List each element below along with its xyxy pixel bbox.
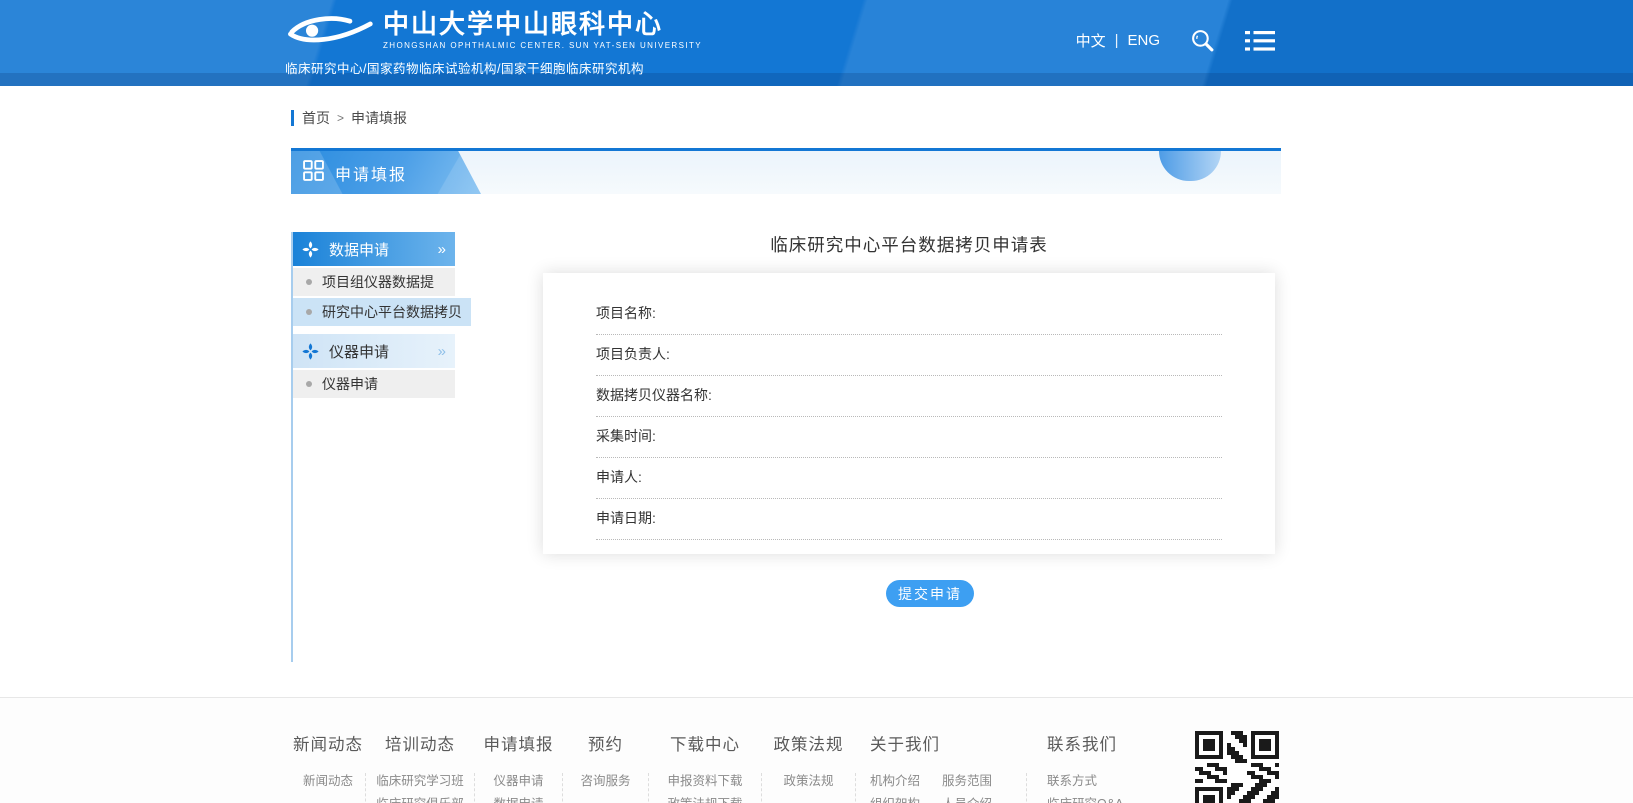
logo-title: 中山大学中山眼科中心	[383, 9, 702, 39]
four-petal-icon	[302, 241, 319, 258]
site-header: 中山大学中山眼科中心 ZHONGSHAN OPHTHALMIC CENTER. …	[0, 0, 1633, 86]
footer-link[interactable]: 机构介绍	[870, 773, 936, 790]
four-petal-icon	[302, 343, 319, 360]
form-field-applicant: 申请人:	[596, 458, 1222, 499]
footer-link[interactable]: 咨询服务	[580, 773, 630, 790]
field-label: 项目名称:	[596, 303, 656, 323]
footer-link[interactable]: 临床研究俱乐部	[376, 796, 464, 803]
sidebar-section-instrument-apply[interactable]: 仪器申请 »	[293, 334, 455, 368]
sidebar-nav: 数据申请 » 项目组仪器数据提 研究中心平台数据拷贝	[291, 232, 471, 662]
banner-title-block: 申请填报	[291, 151, 481, 194]
instrument-name-input[interactable]	[718, 387, 1222, 403]
footer-heading: 申请填报	[475, 731, 562, 755]
lang-zh-link[interactable]: 中文	[1076, 30, 1106, 51]
footer-link[interactable]: 数据申请	[493, 796, 543, 803]
bullet-icon	[306, 279, 312, 285]
footer-column-contact: 联系我们 联系方式 临床研究Q&A	[1027, 731, 1159, 803]
chevron-right-icon: »	[438, 241, 446, 258]
chevron-right-icon: »	[438, 343, 446, 360]
sidebar-item-project-instrument-data[interactable]: 项目组仪器数据提	[293, 268, 455, 296]
footer-link[interactable]: 政策法规下载	[667, 796, 742, 803]
footer-column-download: 下载中心 申报资料下载 政策法规下载 学习资料下载 规培轮训下载	[649, 731, 761, 803]
footer-link[interactable]: 临床研究学习班	[376, 773, 464, 790]
field-label: 申请人:	[596, 467, 642, 487]
search-icon[interactable]	[1190, 28, 1215, 53]
qr-code	[1195, 731, 1279, 803]
footer-column-policy: 政策法规 政策法规	[762, 731, 855, 803]
eye-logo-icon	[285, 12, 373, 53]
page-banner: 申请填报	[291, 148, 1281, 194]
banner-title: 申请填报	[335, 161, 407, 185]
submit-application-button[interactable]: 提交申请	[886, 580, 974, 607]
form-field-apply-date: 申请日期:	[596, 499, 1222, 540]
footer-link[interactable]: 申报资料下载	[667, 773, 742, 790]
form-field-instrument-name: 数据拷贝仪器名称:	[596, 376, 1222, 417]
form-field-collect-time: 采集时间:	[596, 417, 1222, 458]
menu-icon[interactable]	[1245, 30, 1275, 52]
footer-link[interactable]: 政策法规	[783, 773, 833, 790]
project-leader-input[interactable]	[676, 346, 1222, 362]
field-label: 采集时间:	[596, 426, 656, 446]
banner-circle-decoration	[1159, 151, 1221, 181]
footer-heading: 政策法规	[762, 731, 855, 755]
footer-link[interactable]: 组织架构	[870, 796, 936, 803]
field-label: 项目负责人:	[596, 344, 670, 364]
footer-heading: 预约	[563, 731, 648, 755]
field-label: 申请日期:	[596, 508, 656, 528]
footer-heading: 新闻动态	[291, 731, 365, 755]
breadcrumb-home-link[interactable]: 首页	[302, 108, 330, 128]
sidebar-item-label: 项目组仪器数据提	[322, 272, 434, 292]
form-field-project-leader: 项目负责人:	[596, 335, 1222, 376]
footer-heading: 培训动态	[366, 731, 474, 755]
footer-link[interactable]: 服务范围	[942, 773, 1017, 790]
sidebar-item-label: 仪器申请	[322, 374, 378, 394]
field-label: 数据拷贝仪器名称:	[596, 385, 712, 405]
sidebar-section-label: 仪器申请	[329, 341, 389, 362]
footer-heading: 关于我们	[870, 731, 1026, 755]
sidebar-item-center-platform-data-copy[interactable]: 研究中心平台数据拷贝	[293, 298, 471, 326]
lang-en-link[interactable]: ENG	[1127, 32, 1160, 49]
applicant-input[interactable]	[648, 469, 1222, 485]
bullet-icon	[306, 309, 312, 315]
qr-code-block: 扫码关注公众号	[1195, 731, 1281, 803]
application-form: 项目名称: 项目负责人: 数据拷贝仪器名称: 采集时间: 申请人:	[543, 273, 1275, 554]
footer-link[interactable]: 联系方式	[1047, 773, 1123, 790]
sidebar-section-label: 数据申请	[329, 239, 389, 260]
form-title: 临床研究中心平台数据拷贝申请表	[471, 232, 1297, 257]
footer-column-application: 申请填报 仪器申请 数据申请	[475, 731, 562, 803]
breadcrumb: 首页 > 申请填报	[291, 108, 1281, 128]
site-footer: 新闻动态 新闻动态 培训动态 临床研究学习班 临床研究俱乐部 申请填报 仪器申请…	[0, 697, 1633, 803]
footer-column-about: 关于我们 机构介绍 组织架构 机构风采 临床研究协调员 服务范围 人员介绍 临床…	[856, 731, 1026, 803]
footer-column-news: 新闻动态 新闻动态	[291, 731, 365, 803]
apply-date-input[interactable]	[662, 510, 1222, 526]
logo-tagline: 临床研究中心/国家药物临床试验机构/国家干细胞临床研究机构	[285, 58, 1281, 77]
breadcrumb-separator: >	[337, 111, 344, 125]
form-field-project-name: 项目名称:	[596, 294, 1222, 335]
footer-heading: 联系我们	[1047, 731, 1159, 755]
footer-link[interactable]: 新闻动态	[303, 773, 353, 790]
grid-icon	[303, 160, 324, 186]
footer-column-reservation: 预约 咨询服务	[563, 731, 648, 803]
breadcrumb-accent-bar	[291, 110, 294, 126]
breadcrumb-current: 申请填报	[351, 108, 407, 128]
footer-link[interactable]: 仪器申请	[493, 773, 543, 790]
footer-link[interactable]: 人员介绍	[942, 796, 1017, 803]
logo-subtitle: ZHONGSHAN OPHTHALMIC CENTER. SUN YAT-SEN…	[383, 41, 702, 50]
footer-link[interactable]: 临床研究Q&A	[1047, 796, 1123, 803]
project-name-input[interactable]	[662, 305, 1222, 321]
bullet-icon	[306, 381, 312, 387]
footer-heading: 下载中心	[649, 731, 761, 755]
sidebar-item-label: 研究中心平台数据拷贝	[322, 302, 462, 322]
collect-time-input[interactable]	[662, 428, 1222, 444]
sidebar-item-instrument-apply[interactable]: 仪器申请	[293, 370, 455, 398]
footer-column-training: 培训动态 临床研究学习班 临床研究俱乐部	[366, 731, 474, 803]
lang-divider: |	[1115, 32, 1119, 49]
sidebar-section-data-apply[interactable]: 数据申请 »	[293, 232, 455, 266]
